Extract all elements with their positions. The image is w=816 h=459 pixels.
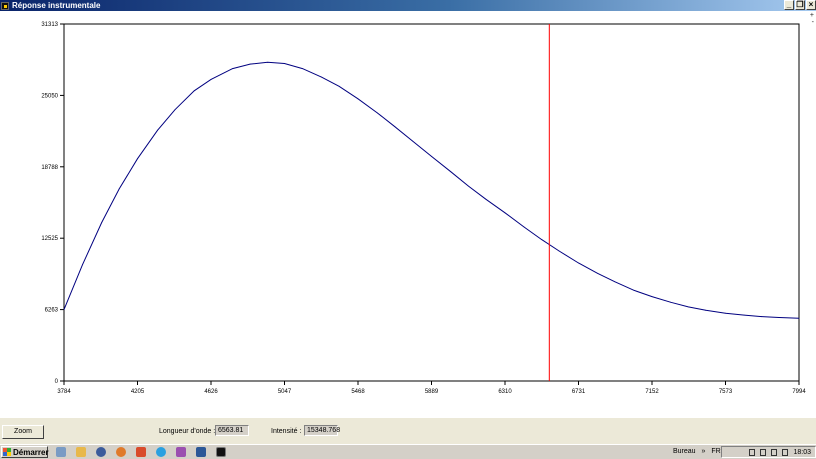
data-point	[523, 226, 525, 228]
data-point	[761, 316, 763, 317]
data-point	[725, 312, 726, 314]
data-point	[558, 250, 560, 252]
app-icon	[1, 1, 9, 10]
paint-icon[interactable]	[176, 447, 186, 457]
system-tray: 18:03	[721, 446, 816, 458]
battery-icon[interactable]	[760, 448, 767, 456]
language-indicator[interactable]: FR	[711, 448, 720, 455]
data-point	[118, 188, 120, 190]
start-button[interactable]: Démarrer	[1, 446, 49, 458]
x-tick-label: 6310	[498, 389, 512, 395]
x-tick-label: 4205	[131, 389, 145, 395]
data-point	[597, 272, 598, 274]
x-tick-label: 5889	[425, 389, 439, 395]
windows-logo-icon	[3, 448, 11, 456]
x-tick-label: 5468	[351, 389, 365, 395]
data-point	[321, 76, 323, 78]
x-tick-label: 7573	[719, 389, 733, 395]
data-point	[210, 79, 212, 80]
data-point	[174, 109, 176, 111]
x-tick-label: 4626	[204, 389, 218, 395]
window-title: Réponse instrumentale	[12, 1, 101, 10]
minimize-button[interactable]: _	[784, 0, 794, 10]
y-tick-label: 6263	[45, 308, 59, 314]
x-tick-label: 7152	[645, 389, 659, 395]
y-tick-label: 0	[55, 379, 59, 385]
desktop-label: Bureau	[673, 448, 696, 455]
data-point	[450, 171, 452, 173]
controls-panel: Zoom Longueur d'onde : 6563.81 Intensité…	[0, 418, 816, 444]
data-point	[687, 306, 689, 308]
data-point	[412, 140, 413, 142]
app-icon[interactable]	[216, 447, 226, 457]
data-point	[338, 85, 340, 87]
y-tick-label: 12525	[41, 236, 58, 242]
clock: 18:03	[793, 448, 811, 456]
data-point	[193, 90, 195, 92]
y-tick-label: 31313	[41, 22, 58, 28]
wavelength-value: 6563.81	[215, 425, 249, 436]
data-point	[778, 317, 780, 318]
x-tick-label: 7994	[792, 389, 806, 395]
shield-icon[interactable]	[136, 447, 146, 457]
folder-icon[interactable]	[76, 447, 86, 457]
usb-icon[interactable]	[749, 448, 756, 456]
data-point	[157, 129, 158, 131]
data-point	[798, 317, 800, 319]
data-point	[578, 262, 579, 264]
network-icon[interactable]	[782, 448, 789, 456]
plot-frame	[63, 23, 800, 382]
word-icon[interactable]	[196, 447, 206, 457]
data-point	[614, 281, 616, 283]
taskbar: Démarrer Bureau » FR 18:03	[0, 444, 816, 459]
data-point	[670, 301, 672, 303]
window-title-bar[interactable]: Réponse instrumentale _ ❐ ×	[0, 0, 816, 11]
data-point	[394, 126, 396, 128]
zoom-button[interactable]: Zoom	[2, 425, 44, 439]
window-controls: _ ❐ ×	[783, 0, 816, 10]
y-tick-label: 25050	[41, 93, 58, 99]
data-point	[504, 212, 506, 214]
x-tick-label: 6731	[572, 389, 586, 395]
show-desktop-icon[interactable]	[56, 447, 66, 457]
data-point	[101, 222, 103, 223]
volume-icon[interactable]	[771, 448, 778, 456]
response-chart[interactable]: 0 6263 12525 18788 25050 31313 3784 4205 4626 504…	[0, 11, 816, 418]
intensity-label: Intensité :	[271, 428, 302, 435]
close-button[interactable]: ×	[806, 0, 816, 10]
restore-button[interactable]: ❐	[795, 0, 805, 10]
data-point	[357, 98, 359, 100]
skype-icon[interactable]	[156, 447, 166, 457]
wavelength-label: Longueur d'onde :	[159, 428, 216, 435]
firefox-icon[interactable]	[116, 447, 126, 457]
chart-area[interactable]: + - 0 6263 12525 18788 25050 31313 3784 4205 462…	[0, 11, 816, 418]
data-point	[633, 289, 635, 291]
data-point	[541, 239, 543, 241]
data-point	[232, 68, 234, 70]
data-point	[377, 112, 378, 114]
data-point	[63, 309, 65, 310]
quick-launch	[56, 447, 236, 457]
data-point	[82, 264, 83, 266]
intensity-value: 15348.768	[304, 425, 340, 436]
data-point	[485, 198, 487, 200]
data-point	[302, 68, 303, 70]
y-tick-label: 18788	[41, 165, 58, 171]
data-point	[249, 63, 251, 65]
desktop-toolbar[interactable]: Bureau » FR	[673, 448, 721, 455]
data-point	[137, 158, 138, 160]
data-point	[743, 314, 745, 316]
data-point	[651, 296, 653, 298]
x-tick-label: 5047	[278, 389, 292, 395]
data-point	[431, 156, 432, 157]
data-point	[705, 309, 707, 311]
data-point	[467, 185, 469, 187]
data-point	[284, 63, 285, 64]
chevron-icon[interactable]: »	[702, 448, 706, 455]
media-icon[interactable]	[96, 447, 106, 457]
data-point	[267, 61, 268, 63]
x-tick-label: 3784	[57, 389, 71, 395]
start-label: Démarrer	[13, 447, 49, 457]
